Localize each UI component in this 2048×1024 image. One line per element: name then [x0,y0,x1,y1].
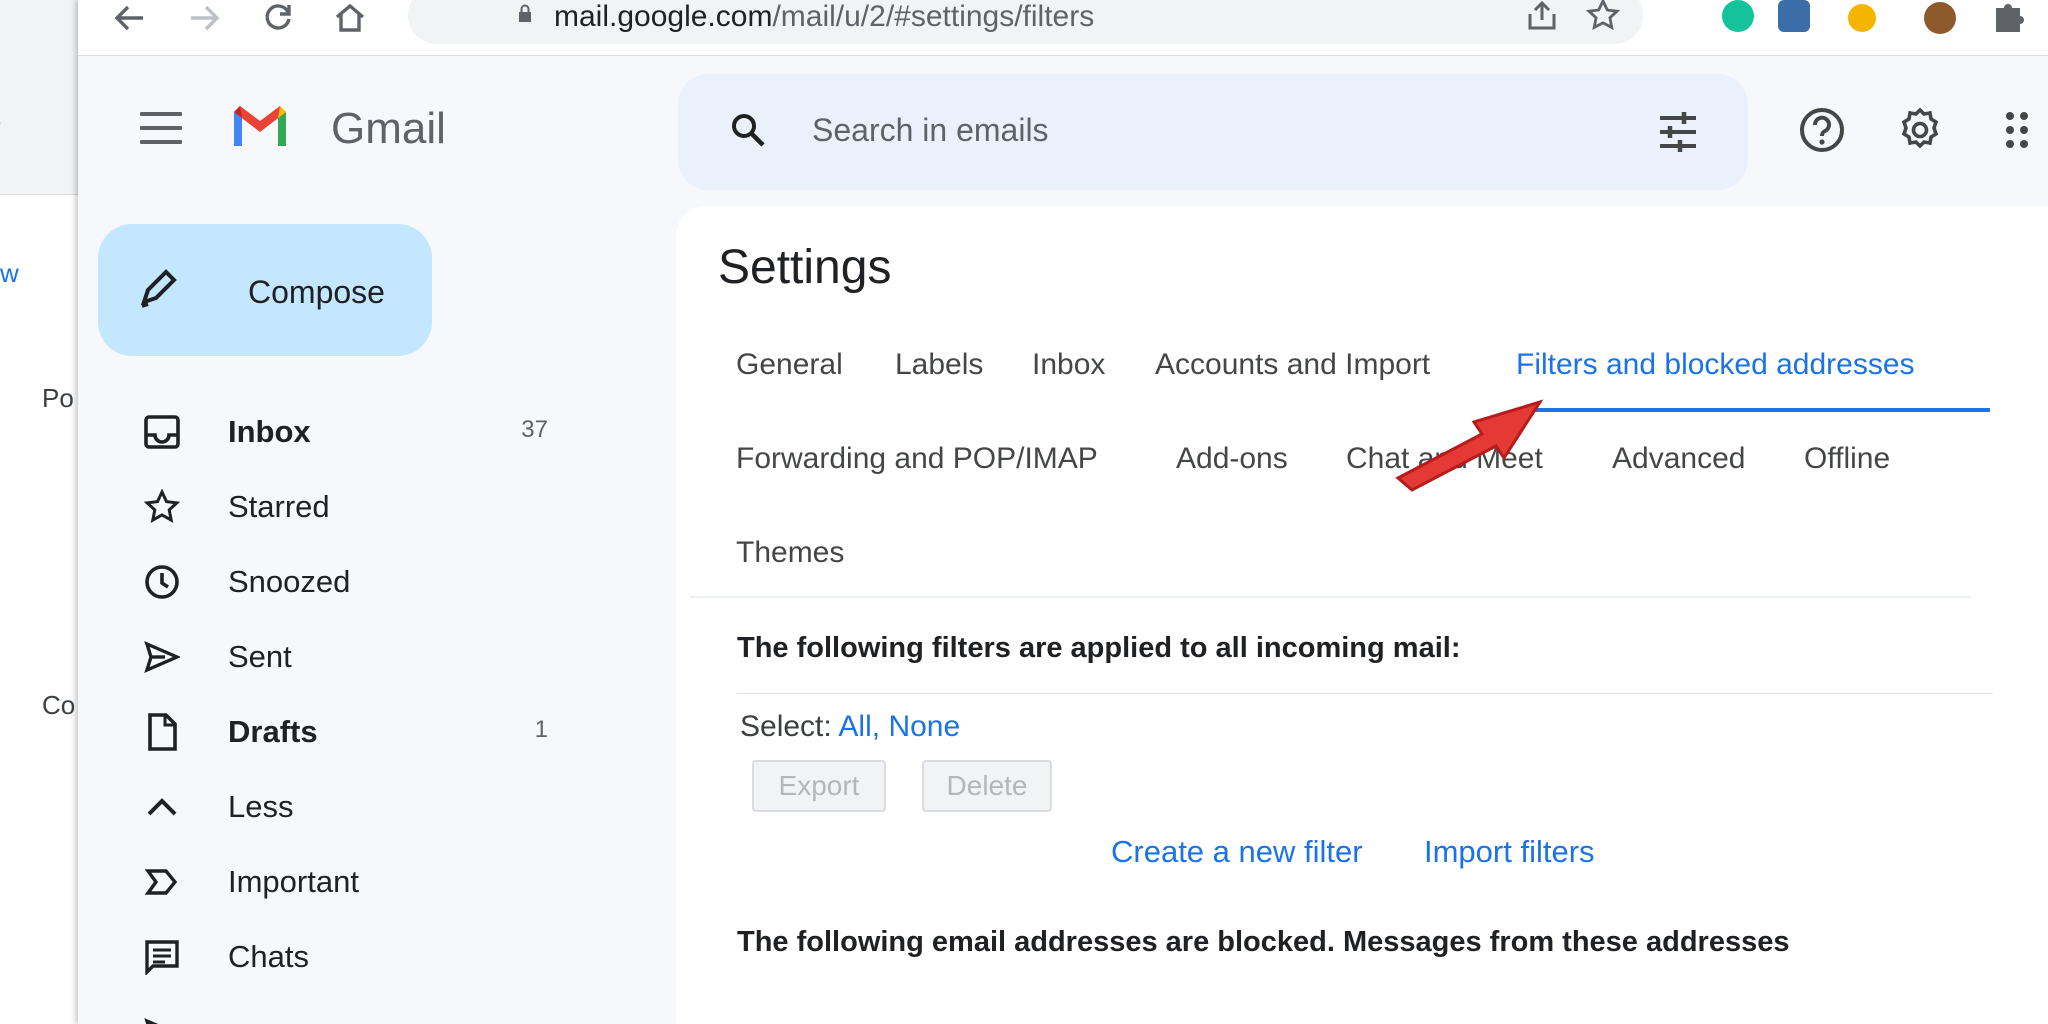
chevron-up-icon [142,787,182,827]
bookmark-star-icon[interactable] [1585,0,1621,37]
select-row: Select: All, None [740,710,960,744]
url-text: mail.google.com/mail/u/2/#settings/filte… [554,0,1094,34]
draft-count: 1 [534,716,548,743]
forward-icon[interactable] [184,0,224,36]
tab-accounts-and-import[interactable]: Accounts and Import [1155,348,1430,382]
sidebar-item-less[interactable]: Less [128,773,708,839]
clock-icon [142,562,182,602]
tab-forwarding-and-pop-imap[interactable]: Forwarding and POP/IMAP [736,442,1098,476]
sidebar-item-drafts[interactable]: Drafts 1 [128,698,708,764]
address-bar[interactable]: mail.google.com/mail/u/2/#settings/filte… [408,0,1643,44]
star-icon [142,487,182,527]
gmail-logo-icon [234,106,286,146]
reload-icon[interactable] [258,0,298,36]
background-window-fragment: Po [42,383,74,413]
home-icon[interactable] [330,0,370,36]
export-button[interactable]: Export [752,760,886,812]
sidebar-item-label: Chats [228,939,309,974]
tab-advanced[interactable]: Advanced [1612,442,1745,476]
delete-button[interactable]: Delete [922,760,1052,812]
browser-window: mail.google.com/mail/u/2/#settings/filte… [78,0,2048,1024]
back-icon[interactable] [110,0,150,36]
sidebar-item-label: Sent [228,639,292,674]
unread-count: 37 [521,416,548,443]
chat-icon [142,937,182,977]
tabs-divider [690,596,1970,598]
share-icon[interactable] [1526,0,1558,37]
sidebar-item-important[interactable]: Important [128,848,708,914]
draft-icon [142,712,182,752]
scheduled-icon [142,1014,182,1024]
important-icon [142,862,182,902]
help-icon[interactable] [1798,106,1846,154]
settings-panel [676,206,2048,1024]
coin-extension-icon[interactable] [1848,4,1876,32]
compose-label: Compose [248,274,385,310]
create-new-filter-link[interactable]: Create a new filter [1111,834,1363,870]
browser-toolbar: mail.google.com/mail/u/2/#settings/filte… [78,0,2048,56]
search-icon[interactable] [730,112,766,148]
url-host: mail.google.com [554,0,773,33]
apps-grid-icon[interactable] [2004,106,2034,154]
send-icon [142,637,182,677]
url-path: /mail/u/2/#settings/filters [772,0,1095,33]
sidebar-item-inbox[interactable]: Inbox 37 [128,398,708,464]
select-label: Select: [740,710,832,743]
search-input[interactable]: Search in emails [812,112,1049,149]
tab-themes[interactable]: Themes [736,536,844,570]
sidebar-item-snoozed[interactable]: Snoozed [128,548,708,614]
app-name: Gmail [331,104,446,153]
tab-offline[interactable]: Offline [1804,442,1890,476]
tab-filters-and-blocked-addresses[interactable]: Filters and blocked addresses [1516,348,1915,382]
tab-general[interactable]: General [736,348,843,382]
select-all-link[interactable]: All, [838,710,880,743]
sidebar-item-chats[interactable]: Chats [128,923,708,989]
section-divider [737,693,1993,694]
select-none-link[interactable]: None [888,710,960,743]
search-options-icon[interactable] [1656,110,1700,154]
tab-add-ons[interactable]: Add-ons [1176,442,1288,476]
image-extension-icon[interactable] [1778,0,1810,32]
background-window-fragment: r [0,112,1,143]
background-window: r w Po Co [0,0,80,1024]
cookie-extension-icon[interactable] [1924,2,1956,34]
sidebar-item-label: Inbox [228,414,311,449]
lock-icon [519,4,531,22]
blocked-addresses-heading: The following email addresses are blocke… [737,926,1790,958]
inbox-icon [142,412,182,452]
page-title: Settings [718,241,892,294]
tab-labels[interactable]: Labels [895,348,983,382]
main-menu-icon[interactable] [140,112,182,144]
sidebar-item-sent[interactable]: Sent [128,623,708,689]
sidebar-item-scheduled[interactable] [128,1000,708,1024]
grammarly-extension-icon[interactable] [1722,0,1754,32]
tab-inbox[interactable]: Inbox [1032,348,1105,382]
sidebar-item-starred[interactable]: Starred [128,473,708,539]
annotation-arrow-icon [1395,399,1544,492]
background-window-fragment: Co [42,690,76,720]
puzzle-extensions-icon[interactable] [1992,0,2028,37]
filters-heading: The following filters are applied to all… [737,632,1461,664]
settings-gear-icon[interactable] [1896,106,1944,154]
search-bar[interactable]: Search in emails [678,74,1748,190]
sidebar-item-label: Less [228,789,294,824]
compose-button[interactable]: Compose [98,224,432,356]
sidebar-item-label: Important [228,864,359,899]
active-tab-indicator [1518,408,1990,412]
background-window-fragment: w [0,258,19,288]
background-window-toolbar [0,0,80,195]
sidebar-item-label: Starred [228,489,330,524]
sidebar-item-label: Snoozed [228,564,351,599]
sidebar-item-label: Drafts [228,714,318,749]
import-filters-link[interactable]: Import filters [1424,834,1595,870]
pencil-icon [140,269,177,308]
